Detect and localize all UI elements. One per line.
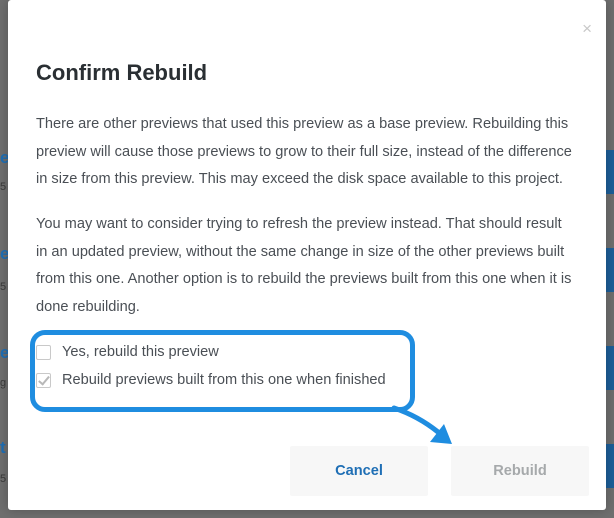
option-rebuild-dependents[interactable]: Rebuild previews built from this one whe… — [36, 366, 596, 394]
suggestion-paragraph: You may want to consider trying to refre… — [36, 216, 572, 315]
background-side-bar — [606, 444, 614, 488]
dialog-title: Confirm Rebuild — [36, 60, 208, 85]
rebuild-button[interactable]: Rebuild — [451, 446, 589, 496]
background-side-bar — [606, 150, 614, 194]
confirm-rebuild-dialog: × Confirm Rebuild There are other previe… — [8, 0, 606, 510]
rebuild-this-checkbox[interactable] — [36, 344, 51, 360]
option-label: Rebuild previews built from this one whe… — [62, 372, 386, 388]
background-side-bar — [606, 346, 614, 390]
rebuild-options: Yes, rebuild this preview Rebuild previe… — [36, 338, 596, 394]
warning-paragraph: There are other previews that used this … — [36, 116, 572, 187]
background-side-bar — [606, 248, 614, 292]
dialog-footer: Cancel Rebuild — [8, 438, 606, 510]
close-icon[interactable]: × — [582, 20, 592, 37]
option-label: Yes, rebuild this preview — [62, 344, 219, 360]
rebuild-dependents-checkbox[interactable] — [36, 372, 51, 388]
cancel-button[interactable]: Cancel — [290, 446, 428, 496]
option-rebuild-this[interactable]: Yes, rebuild this preview — [36, 338, 596, 366]
